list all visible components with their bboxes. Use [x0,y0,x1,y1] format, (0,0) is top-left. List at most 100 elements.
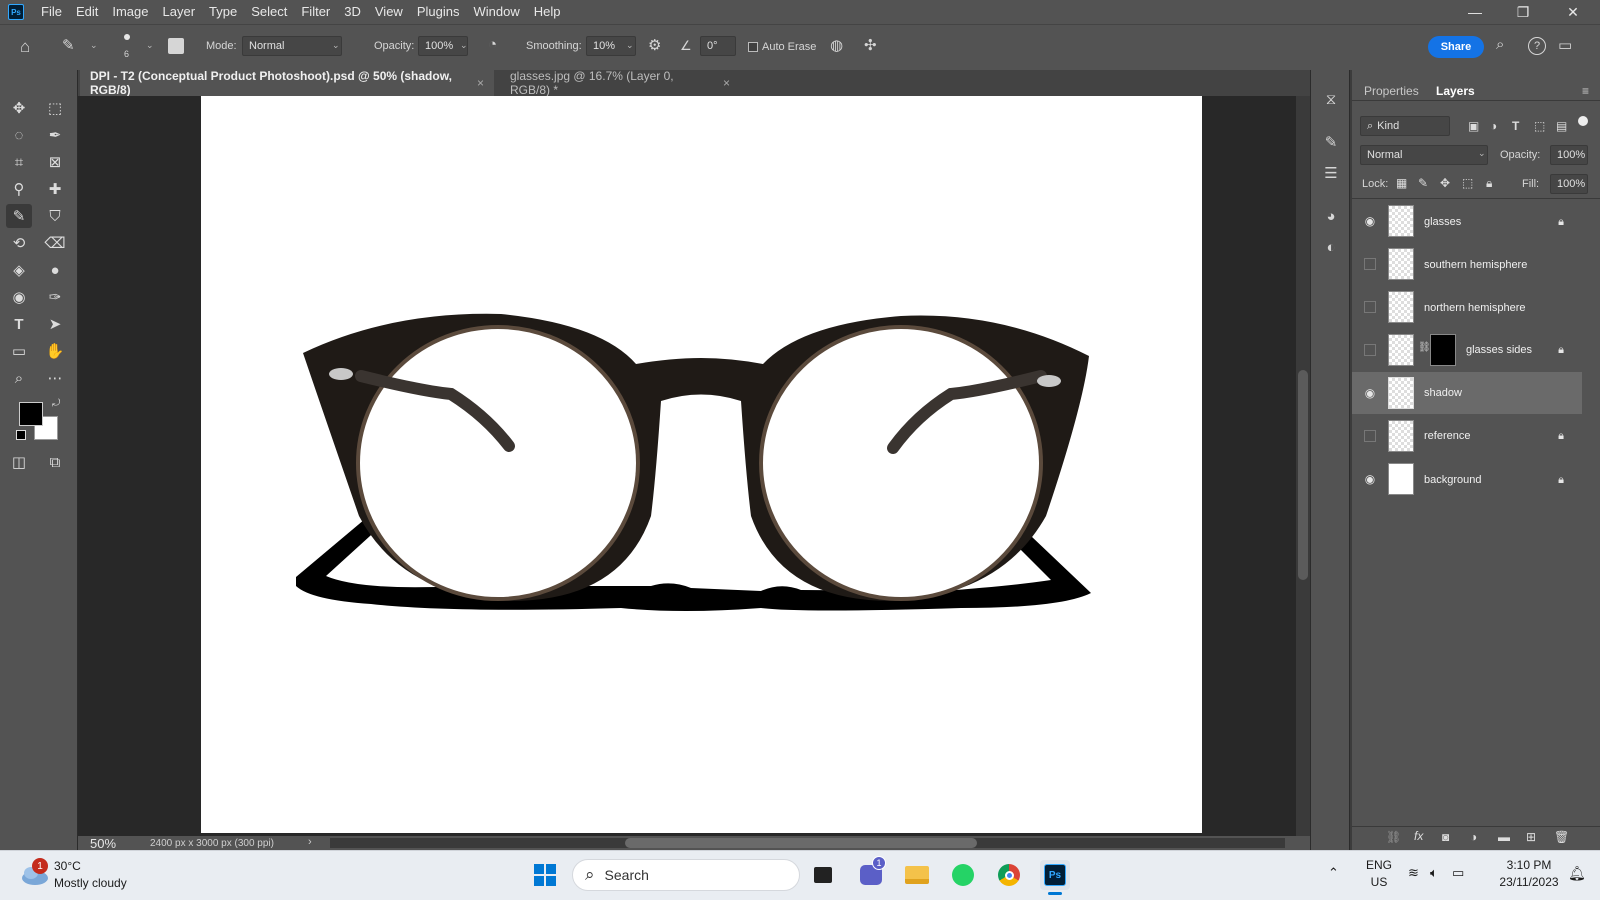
history-icon[interactable]: ⧖ [1320,88,1342,110]
tab-dpi-psd[interactable]: DPI - T2 (Conceptual Product Photoshoot)… [80,69,494,97]
notification-bell-icon[interactable]: 🔔︎ [1568,865,1586,882]
link-layers-icon[interactable]: ⛓ [1386,830,1401,844]
lock-pixels-icon[interactable]: ✎ [1418,176,1428,190]
layer-name[interactable]: reference [1424,430,1470,442]
workspace-icon[interactable]: ▭ [1558,36,1572,54]
menu-select[interactable]: Select [244,0,294,24]
brush-size-dot-icon[interactable] [124,34,130,40]
layer-filter-select[interactable]: ⌕ Kind [1360,116,1450,136]
healing-brush-tool-icon[interactable]: ✚ [42,177,68,201]
layer-row-shadow[interactable] [1352,372,1582,414]
eye-icon[interactable]: ◉ [1362,471,1378,487]
battery-icon[interactable]: ▭ [1452,865,1464,881]
menu-edit[interactable]: Edit [69,0,105,24]
delete-layer-icon[interactable]: 🗑︎ [1554,830,1569,844]
lock-transparency-icon[interactable]: ▦ [1396,176,1407,190]
eye-icon[interactable]: ◉ [1362,385,1378,401]
start-button[interactable] [530,860,560,890]
more-tools-icon[interactable]: ⋯ [42,366,68,390]
stamp-tool-icon[interactable]: ⛉ [42,204,68,228]
wifi-icon[interactable]: ≋ [1408,865,1419,881]
symmetry-icon[interactable]: ✣ [864,36,877,54]
swatches-icon[interactable]: ◕ [1320,205,1342,227]
tab-glasses-jpg[interactable]: glasses.jpg @ 16.7% (Layer 0, RGB/8) * × [500,69,740,97]
mask-link-icon[interactable]: ⛓ [1418,342,1431,353]
history-brush-tool-icon[interactable]: ⟲ [6,231,32,255]
new-adjustment-icon[interactable]: ◑ [1470,830,1477,844]
weather-temp[interactable]: 30°C [54,859,81,873]
add-mask-icon[interactable]: ◙ [1442,830,1449,844]
menu-window[interactable]: Window [466,0,526,24]
photoshop-taskbar-button[interactable]: Ps [1040,860,1070,890]
paint-bucket-tool-icon[interactable]: ◈ [6,258,32,282]
vertical-scroll-thumb[interactable] [1298,370,1308,580]
fill-input[interactable]: 100% [1550,174,1588,194]
menu-layer[interactable]: Layer [156,0,203,24]
blur-tool-icon[interactable]: ● [42,258,68,282]
new-layer-icon[interactable]: ⊞ [1526,830,1536,844]
hand-tool-icon[interactable]: ✋ [42,339,68,363]
brush-chevron-icon[interactable]: ⌄ [146,40,154,51]
home-icon[interactable]: ⌂ [20,37,30,57]
tab-properties[interactable]: Properties [1364,80,1419,102]
filter-toggle-icon[interactable] [1578,116,1588,126]
filter-pixel-icon[interactable]: ▣ [1468,119,1479,133]
swap-colors-icon[interactable]: ⤾ [52,398,60,409]
filter-smart-object-icon[interactable]: ▤ [1556,119,1567,133]
layer-name[interactable]: glasses [1424,216,1461,228]
minimize-button[interactable]: — [1452,0,1498,24]
opacity-chevron-icon[interactable]: ⌄ [460,40,468,51]
mode-select[interactable]: Normal [242,36,342,56]
foreground-color-swatch-top[interactable] [19,402,43,426]
layer-mask-thumbnail[interactable] [1430,334,1456,366]
preset-chevron-icon[interactable]: ⌄ [90,40,98,51]
layer-opacity-input[interactable]: 100% [1550,145,1588,165]
show-hidden-icons[interactable]: ⌃ [1328,865,1339,881]
pencil-tool-icon[interactable]: ✎ [6,204,32,228]
close-tab-icon[interactable]: × [477,76,484,90]
brush-settings-icon[interactable] [168,38,184,54]
file-explorer-button[interactable] [902,860,932,890]
filter-type-icon[interactable]: T [1512,119,1519,133]
help-icon[interactable]: ? [1528,37,1546,55]
menu-help[interactable]: Help [527,0,568,24]
frame-tool-icon[interactable]: ⊠ [42,150,68,174]
lock-artboard-icon[interactable]: ⬚ [1462,176,1473,190]
crop-tool-icon[interactable]: ⌗ [6,150,32,174]
visibility-toggle-off[interactable] [1364,301,1376,313]
angle-input[interactable]: 0° [700,36,736,56]
move-tool-icon[interactable]: ✥ [6,96,32,120]
menu-filter[interactable]: Filter [294,0,337,24]
menu-image[interactable]: Image [105,0,155,24]
layer-name[interactable]: shadow [1424,387,1462,399]
visibility-toggle-off[interactable] [1364,344,1376,356]
properties-icon[interactable]: ◐ [1320,236,1342,258]
filter-adjustment-icon[interactable]: ◑ [1490,119,1497,133]
chrome-button[interactable] [994,860,1024,890]
marquee-tool-icon[interactable]: ⬚ [42,96,68,120]
language-indicator[interactable]: ENG US [1362,857,1396,891]
close-tab-icon[interactable]: × [723,76,730,90]
eraser-tool-icon[interactable]: ⌫ [42,231,68,255]
layer-style-icon[interactable]: fx [1414,829,1423,843]
pencil-tool-preset-icon[interactable]: ✎ [62,36,75,54]
pen-tool-icon[interactable]: ✑ [42,285,68,309]
gear-icon[interactable]: ⚙ [648,36,661,54]
menu-type[interactable]: Type [202,0,244,24]
lock-all-icon[interactable]: 🔒︎ [1486,176,1492,191]
close-window-button[interactable]: ✕ [1550,0,1596,24]
layer-name[interactable]: glasses sides [1466,344,1532,356]
filter-shape-icon[interactable]: ⬚ [1534,119,1545,133]
pressure-opacity-icon[interactable]: ◔ [488,36,497,53]
zoom-tool-icon[interactable]: ⌕ [6,366,32,390]
weather-desc[interactable]: Mostly cloudy [54,876,127,890]
dodge-tool-icon[interactable]: ◉ [6,285,32,309]
task-view-button[interactable] [808,860,838,890]
lasso-tool-icon[interactable]: ◌ [6,123,32,147]
path-select-tool-icon[interactable]: ➤ [42,312,68,336]
blend-mode-select[interactable]: Normal [1360,145,1488,165]
menu-view[interactable]: View [368,0,410,24]
eyedropper-tool-icon[interactable]: ⚲ [6,177,32,201]
screen-mode-icon[interactable]: ⧉ [42,450,68,474]
status-expand-icon[interactable]: › [308,836,312,848]
